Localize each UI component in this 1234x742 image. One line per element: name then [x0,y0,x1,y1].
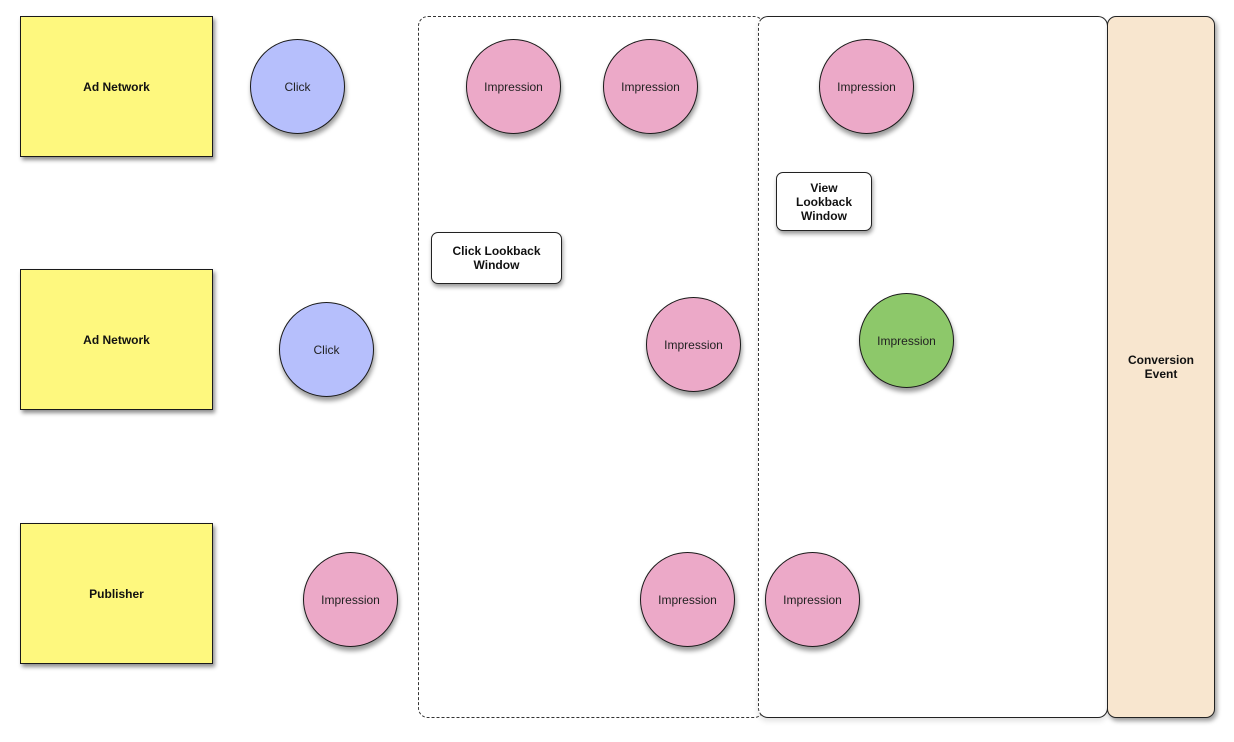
impression-node: Impression [303,552,398,647]
source-publisher: Publisher [20,523,213,664]
conversion-event: Conversion Event [1107,16,1215,718]
impression-node: Impression [603,39,698,134]
source-ad-network-1: Ad Network [20,16,213,157]
click-node: Click [279,302,374,397]
impression-node: Impression [466,39,561,134]
impression-node: Impression [765,552,860,647]
attributed-impression-node: Impression [859,293,954,388]
impression-node: Impression [640,552,735,647]
source-ad-network-2: Ad Network [20,269,213,410]
click-lookback-window-label: Click Lookback Window [431,232,562,284]
view-lookback-window-label: View Lookback Window [776,172,872,231]
click-node: Click [250,39,345,134]
impression-node: Impression [819,39,914,134]
impression-node: Impression [646,297,741,392]
